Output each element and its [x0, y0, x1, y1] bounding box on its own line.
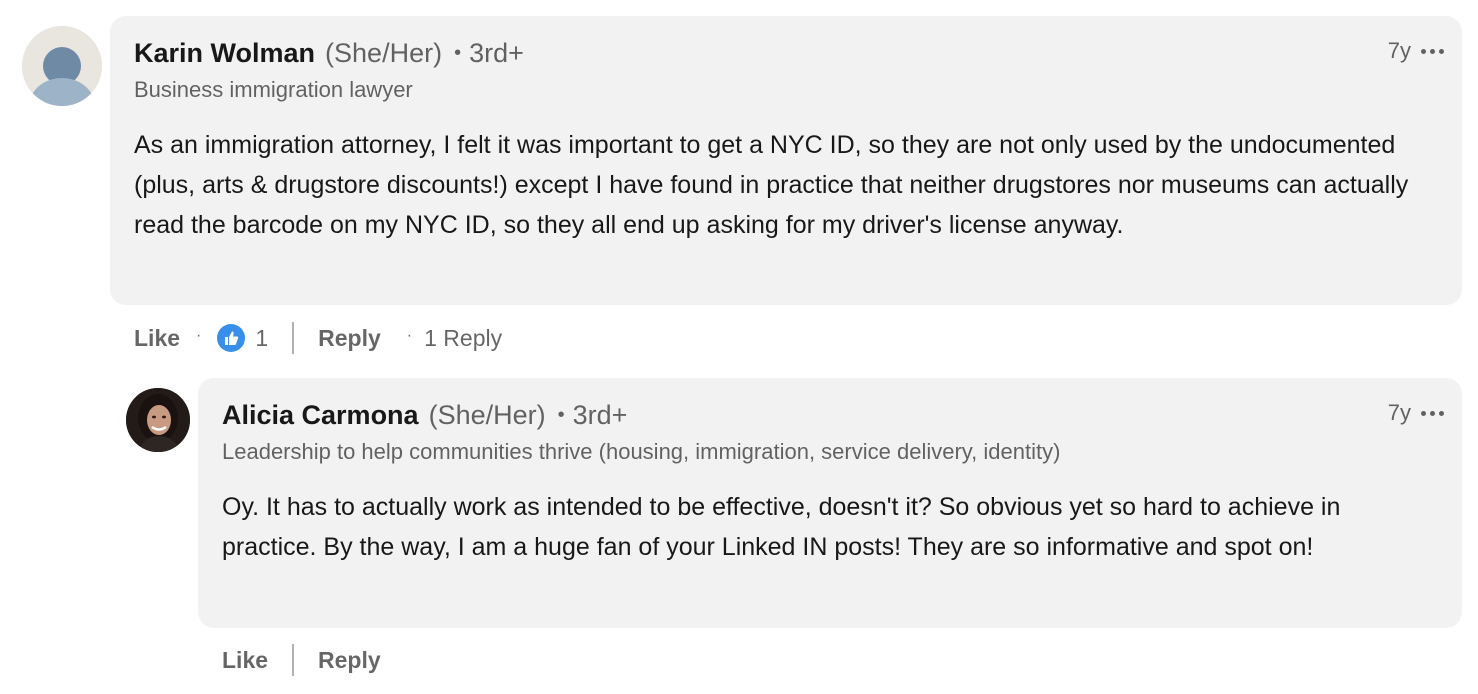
like-button[interactable]: Like	[222, 647, 268, 674]
more-options-icon[interactable]	[1421, 409, 1444, 418]
author-headline: Business immigration lawyer	[134, 77, 413, 102]
author-pronouns: (She/Her)	[325, 38, 443, 68]
comment-bubble: Alicia Carmona (She/Her) • 3rd+ Leadersh…	[198, 378, 1462, 628]
action-divider	[292, 644, 295, 676]
comment-meta: 7y	[1388, 38, 1444, 64]
comment-timestamp: 7y	[1387, 400, 1411, 425]
comment-actions: Like Reply	[222, 643, 381, 677]
author-name[interactable]: Karin Wolman	[134, 38, 315, 69]
author-headline: Leadership to help communities thrive (h…	[222, 439, 1061, 464]
avatar[interactable]	[22, 26, 102, 106]
like-button[interactable]: Like	[134, 325, 180, 352]
reaction-count[interactable]: 1	[255, 325, 268, 352]
comment-text: As an immigration attorney, I felt it wa…	[134, 131, 1409, 239]
separator-dot: •	[454, 42, 462, 64]
author-line: Karin Wolman (She/Her) • 3rd+	[134, 38, 1438, 69]
comment-timestamp: 7y	[1387, 38, 1411, 63]
reply-button[interactable]: Reply	[318, 647, 381, 674]
action-divider	[292, 322, 295, 354]
comment-thread: Karin Wolman (She/Her) • 3rd+ Business i…	[0, 0, 1478, 694]
reply-button[interactable]: Reply	[318, 325, 381, 352]
comment-text: Oy. It has to actually work as intended …	[222, 493, 1341, 561]
separator-dot: ·	[406, 327, 413, 344]
avatar[interactable]	[126, 388, 190, 452]
author-name[interactable]: Alicia Carmona	[222, 400, 419, 431]
connection-degree: 3rd+	[469, 38, 524, 68]
comment-bubble: Karin Wolman (She/Her) • 3rd+ Business i…	[110, 16, 1462, 305]
comment-actions: Like · 1 Reply · 1 Reply	[134, 321, 502, 355]
more-options-icon[interactable]	[1421, 47, 1444, 56]
like-reaction-icon[interactable]	[217, 324, 246, 352]
separator-dot: •	[557, 404, 565, 426]
author-line: Alicia Carmona (She/Her) • 3rd+	[222, 400, 1438, 431]
separator-dot: ·	[196, 327, 202, 344]
author-pronouns: (She/Her)	[428, 400, 546, 430]
replies-count-link[interactable]: 1 Reply	[424, 325, 502, 352]
connection-degree: 3rd+	[572, 400, 628, 430]
comment-meta: 7y	[1388, 400, 1444, 426]
profile-photo	[126, 388, 190, 452]
default-avatar-icon	[22, 26, 102, 106]
